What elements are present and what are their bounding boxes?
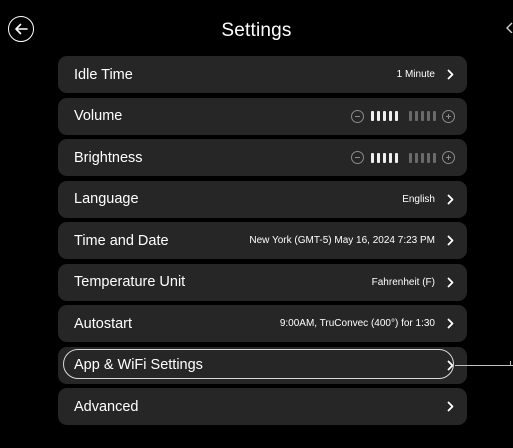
advanced-label: Advanced	[74, 398, 139, 415]
level-segment	[382, 111, 386, 121]
idle-time-row[interactable]: Idle Time 1 Minute	[58, 56, 467, 93]
level-segment	[394, 111, 398, 121]
chevron-right-icon	[445, 359, 455, 371]
plus-circle-icon[interactable]	[442, 109, 455, 123]
callout-pointer-tick	[510, 361, 512, 366]
chevron-right-icon	[445, 193, 455, 205]
brightness-level-track[interactable]	[369, 152, 437, 163]
level-segment	[394, 152, 398, 163]
settings-list: Idle Time 1 Minute Volume Brightness Lan…	[58, 56, 467, 430]
page-title: Settings	[221, 20, 292, 41]
level-segment	[414, 152, 418, 163]
time-and-date-label: Time and Date	[74, 232, 169, 249]
callout-pointer-line	[455, 365, 513, 367]
brightness-slider[interactable]	[351, 148, 455, 168]
volume-label: Volume	[74, 108, 123, 124]
chevron-right-icon	[445, 276, 455, 288]
app-wifi-settings-label: App & WiFi Settings	[74, 357, 203, 373]
minus-circle-icon[interactable]	[351, 109, 364, 123]
plus-circle-icon[interactable]	[442, 151, 455, 164]
chevron-right-icon	[445, 401, 455, 413]
level-segment	[426, 152, 430, 163]
level-segment	[388, 152, 392, 163]
time-and-date-row[interactable]: Time and Date New York (GMT-5) May 16, 2…	[58, 222, 467, 259]
time-and-date-value: New York (GMT-5) May 16, 2024 7:23 PM	[249, 235, 435, 246]
minus-circle-icon[interactable]	[351, 151, 364, 164]
app-wifi-settings-row[interactable]: App & WiFi Settings	[58, 346, 467, 384]
brightness-label: Brightness	[74, 149, 143, 166]
level-segment	[432, 111, 436, 121]
autostart-value: 9:00AM, TruConvec (400°) for 1:30	[279, 318, 435, 329]
brightness-row: Brightness	[58, 139, 467, 176]
level-segment	[370, 111, 374, 121]
level-segment	[414, 111, 418, 121]
chevron-right-icon	[445, 318, 455, 330]
level-segment	[432, 152, 436, 163]
temperature-unit-row[interactable]: Temperature Unit Fahrenheit (F)	[58, 263, 467, 301]
volume-level-track[interactable]	[369, 111, 437, 121]
idle-time-label: Idle Time	[74, 66, 133, 83]
language-row[interactable]: Language English	[58, 180, 467, 218]
advanced-row[interactable]: Advanced	[58, 388, 467, 425]
level-segment	[420, 111, 424, 121]
level-segment	[370, 152, 374, 163]
language-value: English	[402, 193, 435, 205]
temperature-unit-value: Fahrenheit (F)	[371, 276, 435, 288]
volume-row: Volume	[58, 97, 467, 135]
next-page-icon[interactable]	[505, 21, 513, 33]
level-segment	[376, 152, 380, 163]
level-segment	[426, 111, 430, 121]
level-segment	[408, 111, 412, 121]
chevron-right-icon	[445, 69, 455, 81]
level-segment	[408, 152, 412, 163]
level-segment	[388, 111, 392, 121]
temperature-unit-label: Temperature Unit	[74, 274, 186, 290]
level-segment	[376, 111, 380, 121]
volume-slider[interactable]	[351, 106, 455, 126]
language-label: Language	[74, 191, 139, 207]
chevron-right-icon	[445, 235, 455, 247]
idle-time-value: 1 Minute	[396, 69, 435, 80]
level-segment	[420, 152, 424, 163]
level-segment	[382, 152, 386, 163]
autostart-label: Autostart	[74, 315, 133, 332]
autostart-row[interactable]: Autostart 9:00AM, TruConvec (400°) for 1…	[58, 305, 467, 342]
